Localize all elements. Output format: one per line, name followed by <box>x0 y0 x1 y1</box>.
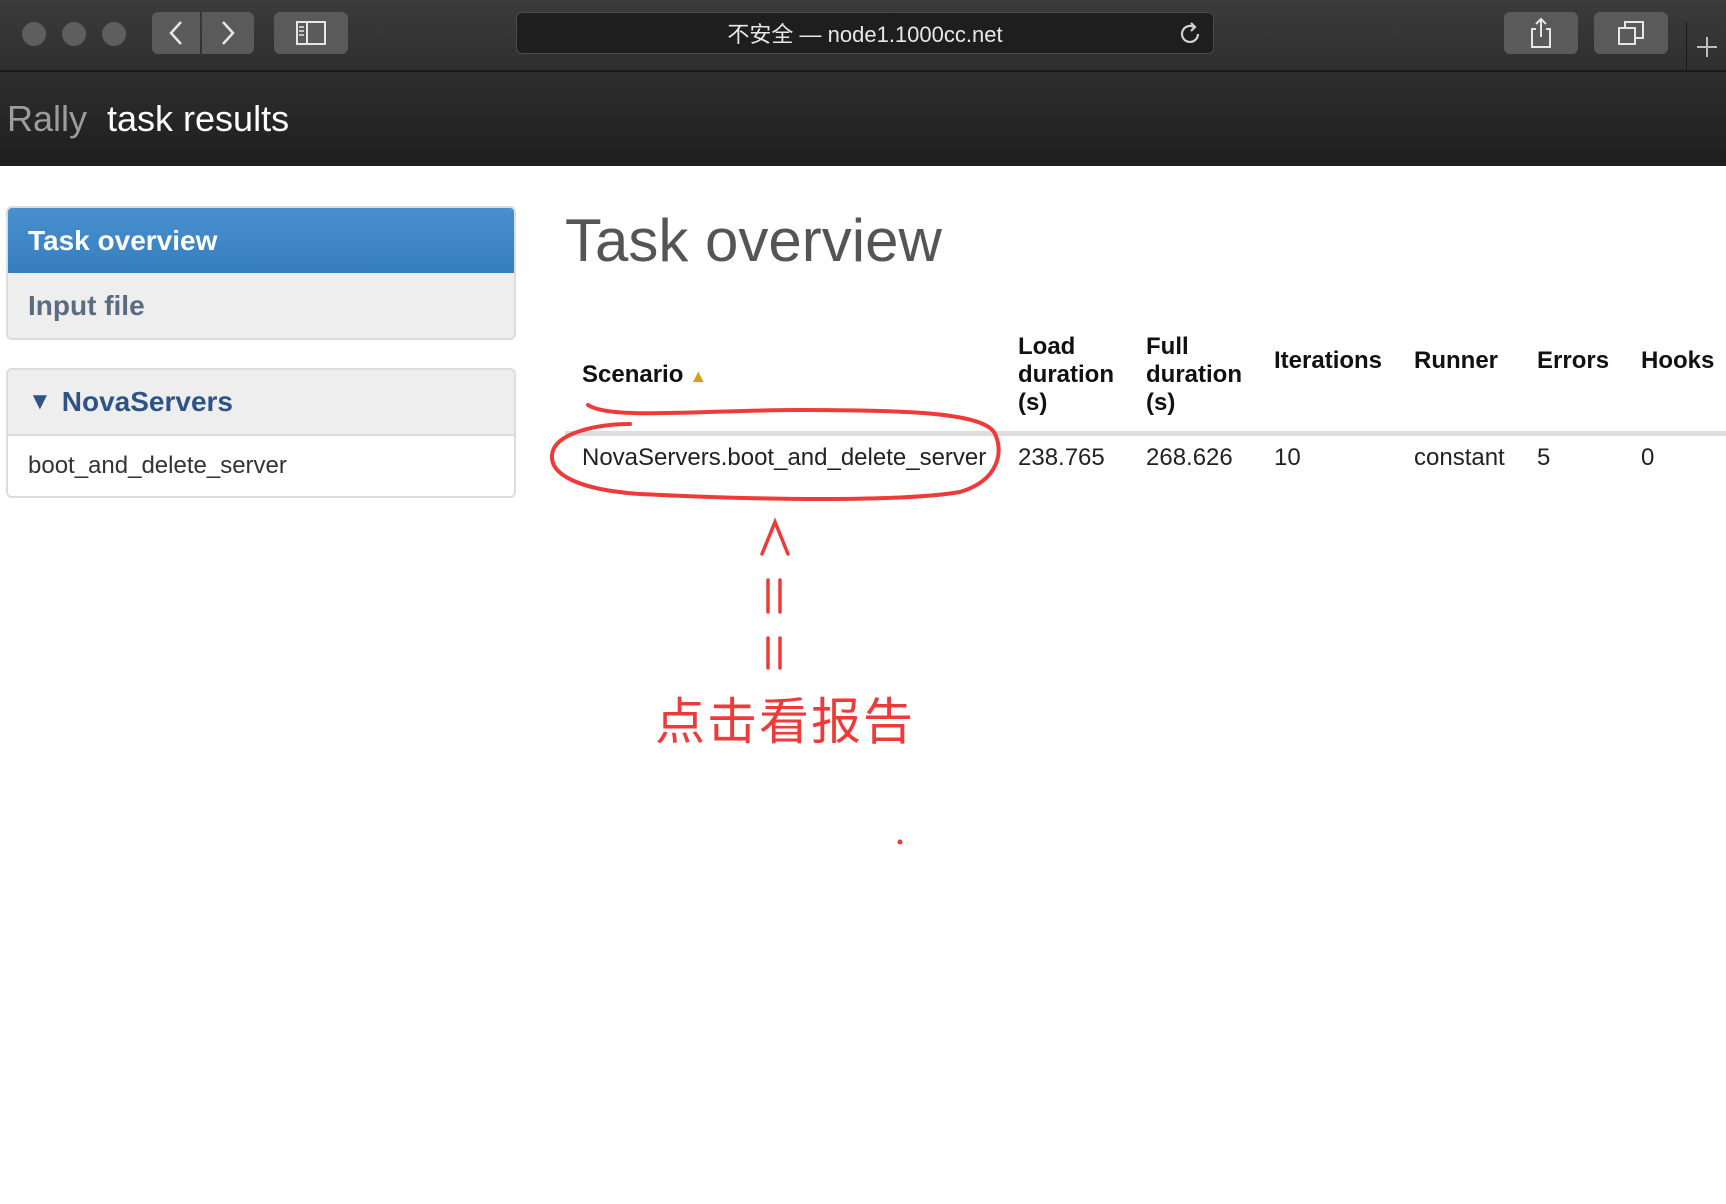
annotation-dot <box>897 839 903 845</box>
annotation-circle <box>549 403 1001 501</box>
annotation-overlay <box>549 403 1001 845</box>
annotation-label: 点击看报告 <box>655 693 915 751</box>
annotation-arrow <box>760 517 790 670</box>
